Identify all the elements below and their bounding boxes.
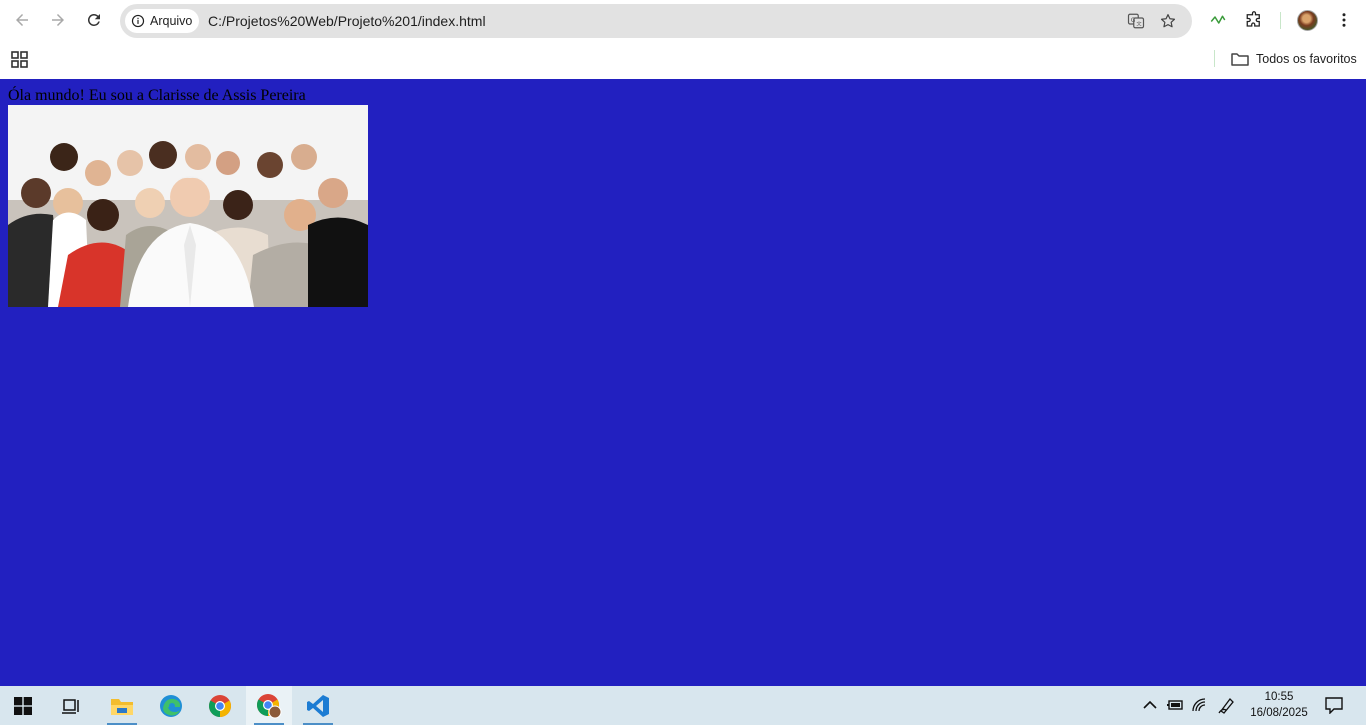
bookmark-folder-label: Todos os favoritos bbox=[1256, 52, 1357, 66]
notifications-icon[interactable] bbox=[1324, 695, 1344, 715]
chrome-button[interactable] bbox=[197, 686, 243, 725]
file-explorer-button[interactable] bbox=[99, 686, 145, 725]
translate-icon[interactable]: G文 bbox=[1126, 11, 1146, 31]
group-photo bbox=[8, 105, 368, 307]
reload-button[interactable] bbox=[80, 6, 108, 34]
windows-taskbar: 10:55 16/08/2025 bbox=[0, 686, 1366, 725]
vscode-icon bbox=[307, 694, 329, 717]
bookmarks-bar: Todos os favoritos bbox=[0, 41, 1366, 79]
url-text[interactable]: C:/Projetos%20Web/Projeto%201/index.html bbox=[208, 13, 486, 29]
site-info-chip[interactable]: Arquivo bbox=[125, 9, 199, 33]
edge-button[interactable] bbox=[148, 686, 194, 725]
chrome-profile-icon bbox=[257, 693, 282, 718]
edge-icon bbox=[160, 694, 182, 717]
task-view-button[interactable] bbox=[48, 686, 94, 725]
performance-extension-icon[interactable] bbox=[1207, 9, 1229, 31]
folder-app-icon bbox=[111, 698, 133, 715]
navigation-bar: Arquivo C:/Projetos%20Web/Projeto%201/in… bbox=[0, 0, 1366, 41]
browser-toolbar: Arquivo C:/Projetos%20Web/Projeto%201/in… bbox=[0, 0, 1366, 79]
system-clock[interactable]: 10:55 16/08/2025 bbox=[1242, 689, 1316, 721]
clock-date: 16/08/2025 bbox=[1250, 707, 1308, 719]
bookmark-star-icon[interactable] bbox=[1158, 11, 1178, 31]
page-viewport: Óla mundo! Eu sou a Clarisse de Assis Pe… bbox=[0, 79, 1366, 686]
info-icon bbox=[131, 14, 145, 28]
back-button[interactable] bbox=[8, 6, 36, 34]
menu-kebab-icon[interactable] bbox=[1333, 9, 1355, 31]
bookmarks-divider bbox=[1214, 50, 1215, 67]
show-hidden-icons-chevron-icon[interactable] bbox=[1141, 696, 1159, 714]
reload-icon bbox=[87, 13, 100, 26]
security-chip-label: Arquivo bbox=[150, 14, 193, 28]
chrome-icon bbox=[209, 694, 231, 717]
apps-grid-icon[interactable] bbox=[11, 51, 28, 68]
pen-icon[interactable] bbox=[1218, 696, 1236, 714]
vscode-button[interactable] bbox=[295, 686, 341, 725]
task-view-icon bbox=[62, 698, 79, 714]
address-bar[interactable]: Arquivo C:/Projetos%20Web/Projeto%201/in… bbox=[120, 4, 1192, 38]
extensions-puzzle-icon[interactable] bbox=[1243, 9, 1265, 31]
back-arrow-icon bbox=[16, 14, 28, 26]
windows-logo-icon bbox=[14, 696, 32, 715]
battery-icon[interactable] bbox=[1166, 696, 1184, 714]
toolbar-divider bbox=[1280, 12, 1281, 29]
page-greeting-text: Óla mundo! Eu sou a Clarisse de Assis Pe… bbox=[8, 87, 306, 104]
start-button[interactable] bbox=[0, 686, 46, 725]
wifi-icon[interactable] bbox=[1191, 696, 1209, 714]
forward-arrow-icon bbox=[52, 14, 64, 26]
chrome-profile-button[interactable] bbox=[246, 686, 292, 725]
forward-button[interactable] bbox=[44, 6, 72, 34]
clock-time: 10:55 bbox=[1264, 691, 1294, 703]
bookmark-folder-all[interactable]: Todos os favoritos bbox=[1231, 49, 1357, 69]
svg-text:G: G bbox=[1131, 17, 1136, 24]
folder-icon bbox=[1231, 53, 1249, 66]
profile-avatar[interactable] bbox=[1297, 10, 1318, 31]
